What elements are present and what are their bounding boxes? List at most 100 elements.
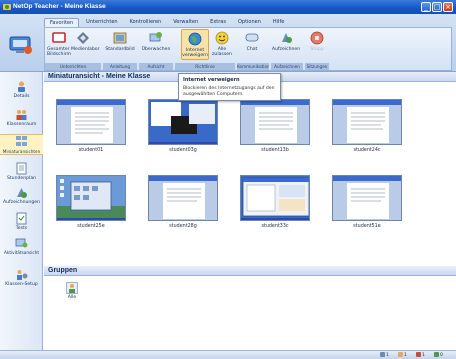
group-label: Richtlinie xyxy=(175,63,235,70)
sidebar-item-miniaturansichten[interactable]: Miniaturansichten xyxy=(0,134,43,155)
tool-label: Chat xyxy=(246,47,258,52)
user-green-icon xyxy=(434,352,439,357)
main-panel: Miniaturansicht - Meine Klasse student01 xyxy=(44,72,456,350)
student-thumbnail[interactable]: student28g xyxy=(148,175,218,229)
student-thumbnail[interactable]: student13b xyxy=(240,99,310,153)
chat-button[interactable]: Chat xyxy=(241,31,263,52)
sidebar-item-label: Details xyxy=(13,94,30,99)
sidebar-item-tests[interactable]: Tests xyxy=(0,212,43,231)
document-screen-image xyxy=(57,100,125,144)
sidebar-item-klassenraum[interactable]: Klassenraum xyxy=(0,108,43,127)
sidebar-item-details[interactable]: Details xyxy=(0,80,43,99)
student-screen xyxy=(148,175,218,221)
group-label: Anleitung xyxy=(103,63,137,70)
group-icon xyxy=(66,282,78,294)
tool-label: Stopp xyxy=(310,47,324,52)
tab-kontrollieren[interactable]: Kontrollieren xyxy=(125,18,167,27)
media-lab-button[interactable] xyxy=(75,31,91,45)
tool-label: Aufzeichnen xyxy=(271,47,301,52)
maximize-button[interactable]: □ xyxy=(432,2,442,12)
schedule-icon xyxy=(16,162,27,175)
netop-app-icon xyxy=(3,4,11,10)
sidebar-item-aufzeichnungen[interactable]: Aufzeichnungen xyxy=(0,186,43,205)
student-screen xyxy=(240,99,310,145)
tool-sublabel: Bildschirm xyxy=(47,52,72,57)
document-screen-image xyxy=(333,100,401,144)
group-label: Sitzungen xyxy=(305,63,329,70)
chat-icon xyxy=(245,33,259,42)
internet-globe-icon xyxy=(188,32,202,46)
computer-icon xyxy=(380,352,385,357)
student-name: student33c xyxy=(261,224,289,229)
ribbon-tools: Gesamter Medienlabor Bildschirm Standard… xyxy=(44,27,452,71)
student-screen xyxy=(56,99,126,145)
minimize-button[interactable]: _ xyxy=(421,2,431,12)
document-screen-image xyxy=(241,100,309,144)
user-icon xyxy=(398,352,403,357)
tab-unterrichten[interactable]: Unterrichten xyxy=(81,18,122,27)
student-thumbnail[interactable]: student01 xyxy=(56,99,126,153)
sidebar-item-klassen-setup[interactable]: Klassen-Setup xyxy=(0,268,43,287)
user-red-icon xyxy=(416,352,421,357)
deny-internet-button[interactable]: Internet verweigern xyxy=(181,29,209,60)
stop-button[interactable]: Stopp xyxy=(307,31,327,52)
media-lab-icon xyxy=(77,32,89,44)
status-value: 1 xyxy=(422,353,425,358)
group-label: Aufzeichnen xyxy=(271,63,303,70)
student-thumbnail[interactable]: student24c xyxy=(332,99,402,153)
tab-extras[interactable]: Extras xyxy=(205,18,231,27)
class-setup-icon xyxy=(17,270,28,280)
status-value: 0 xyxy=(440,353,443,358)
sidebar-item-stundenplan[interactable]: Stundenplan xyxy=(0,162,43,181)
student-thumbnail[interactable]: student33c xyxy=(240,175,310,229)
student-screen xyxy=(240,175,310,221)
status-count: 1 xyxy=(416,352,425,359)
tool-sublabel: zulassen xyxy=(212,52,232,57)
sidebar: Details Klassenraum Miniaturansichten St… xyxy=(0,72,43,350)
ribbon: Favoriten Unterrichten Kontrollieren Ver… xyxy=(0,14,456,72)
tooltip-body: Blockieren des Internetzugangs auf den a… xyxy=(183,86,275,97)
thumbnails-icon xyxy=(16,136,27,146)
document-screen-image xyxy=(333,176,401,220)
tool-sublabel: verweigern xyxy=(182,53,208,58)
activity-icon xyxy=(15,238,28,248)
details-icon xyxy=(18,81,25,92)
thumbnails-area: student01 student03g student13b student2… xyxy=(44,83,456,266)
group-label: Kommunikation xyxy=(237,63,269,70)
group-label: Alle xyxy=(67,295,77,300)
sidebar-item-label: Aufzeichnungen xyxy=(2,200,40,205)
tooltip: Internet verweigern Blockieren des Inter… xyxy=(178,73,281,101)
tab-optionen[interactable]: Optionen xyxy=(233,18,266,27)
title-bar: NetOp Teacher - Meine Klasse _ □ × xyxy=(0,0,456,14)
default-image-button[interactable]: Standardbild xyxy=(105,31,135,52)
student-name: student01 xyxy=(78,148,104,153)
record-icon xyxy=(282,33,292,43)
student-thumbnail[interactable]: student03g xyxy=(148,99,218,153)
tab-hilfe[interactable]: Hilfe xyxy=(268,18,289,27)
tab-favoriten[interactable]: Favoriten xyxy=(44,18,80,27)
tab-verwalten[interactable]: Verwalten xyxy=(168,18,203,27)
allow-all-button[interactable]: Alle zulassen xyxy=(211,31,233,57)
record-button[interactable]: Aufzeichnen xyxy=(271,31,301,52)
student-thumbnail[interactable]: student51e xyxy=(332,175,402,229)
student-name: student13b xyxy=(261,148,289,153)
group-all[interactable]: Alle xyxy=(62,282,82,300)
monitor-icon xyxy=(149,32,162,42)
application-menu-icon[interactable] xyxy=(6,36,34,56)
picture-icon xyxy=(113,32,127,44)
desktop-icons-screen-image xyxy=(57,176,125,220)
application-screen-image xyxy=(241,176,309,220)
classroom-icon xyxy=(16,110,27,120)
groups-area: Gruppen Alle xyxy=(44,266,456,350)
status-count: 1 xyxy=(380,352,389,359)
student-name: student24c xyxy=(353,148,381,153)
close-button[interactable]: × xyxy=(443,2,453,12)
screen-demo-icon xyxy=(52,32,66,43)
sidebar-item-aktivitaetsansicht[interactable]: Aktivitätsansicht xyxy=(0,236,43,255)
student-thumbnail[interactable]: student25e xyxy=(56,175,126,229)
desktop-screen-image xyxy=(149,100,217,144)
monitor-button[interactable]: Überwachen xyxy=(141,31,171,52)
tool-label: Standardbild xyxy=(105,47,135,52)
full-screen-demo-button[interactable]: Gesamter Medienlabor Bildschirm xyxy=(47,31,99,57)
document-screen-image xyxy=(149,176,217,220)
